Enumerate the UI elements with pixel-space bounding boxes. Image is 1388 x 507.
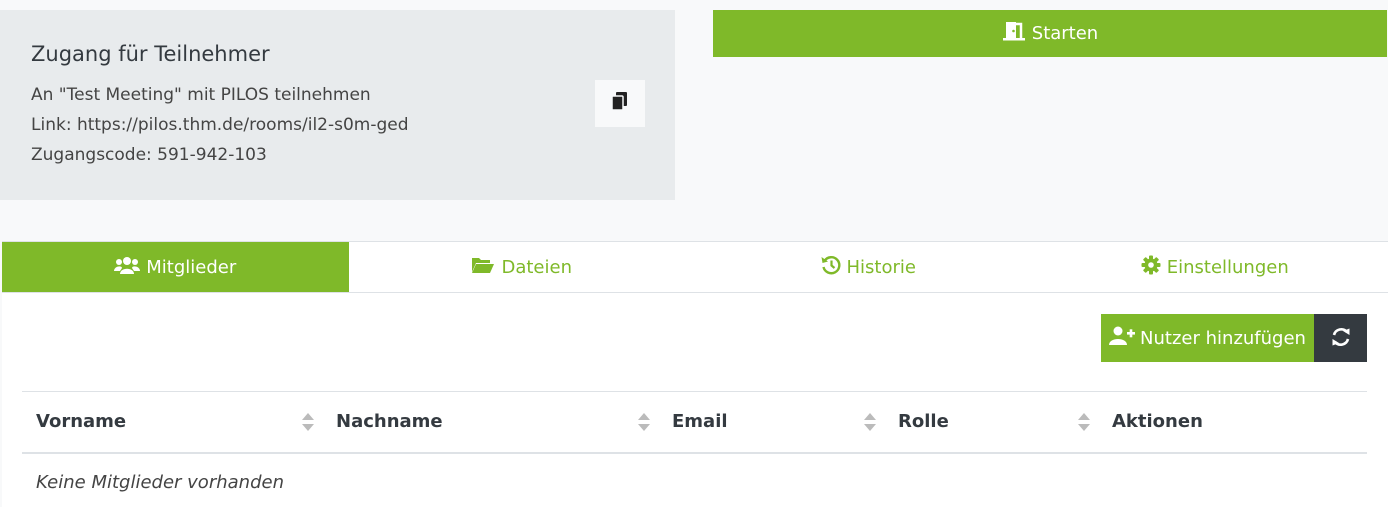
tab-files-label: Dateien xyxy=(501,256,572,278)
column-header-vorname[interactable]: Vorname xyxy=(22,392,322,453)
refresh-icon xyxy=(1330,326,1352,351)
sort-icon xyxy=(302,413,314,436)
add-user-button[interactable]: Nutzer hinzufügen xyxy=(1101,314,1314,362)
column-label: Nachname xyxy=(336,411,443,433)
tab-members-label: Mitglieder xyxy=(146,256,237,278)
sort-icon xyxy=(864,413,876,436)
start-label: Starten xyxy=(1031,23,1099,44)
tab-files[interactable]: Dateien xyxy=(349,242,696,292)
members-toolbar: Nutzer hinzufügen xyxy=(1101,314,1367,362)
door-open-icon xyxy=(1002,21,1032,46)
access-card: Zugang für Teilnehmer An "Test Meeting" … xyxy=(0,10,675,200)
column-header-aktionen: Aktionen xyxy=(1098,392,1367,453)
user-plus-icon xyxy=(1109,326,1140,351)
gear-icon xyxy=(1141,255,1167,280)
room-tabs: Mitglieder Dateien Historie Einstellunge… xyxy=(2,242,1388,293)
column-label: Email xyxy=(672,411,728,433)
invite-line: An "Test Meeting" mit PILOS teilnehmen xyxy=(31,85,371,105)
copy-access-button[interactable] xyxy=(595,80,645,127)
empty-state-text: Keine Mitglieder vorhanden xyxy=(36,471,284,493)
column-header-nachname[interactable]: Nachname xyxy=(322,392,658,453)
column-label: Aktionen xyxy=(1112,411,1203,433)
members-table: Vorname Nachname Email Rolle Aktionen Ke… xyxy=(22,391,1367,507)
sort-icon xyxy=(638,413,650,436)
column-header-email[interactable]: Email xyxy=(658,392,884,453)
table-header-row: Vorname Nachname Email Rolle Aktionen xyxy=(22,391,1367,453)
table-row: Keine Mitglieder vorhanden xyxy=(22,453,1367,507)
reload-button[interactable] xyxy=(1314,314,1367,362)
users-icon xyxy=(114,256,146,279)
column-header-rolle[interactable]: Rolle xyxy=(884,392,1098,453)
column-label: Vorname xyxy=(36,411,127,433)
start-button[interactable]: Starten xyxy=(713,10,1387,57)
tab-members[interactable]: Mitglieder xyxy=(2,242,349,292)
link-line: Link: https://pilos.thm.de/rooms/il2-s0m… xyxy=(31,115,409,135)
add-user-label: Nutzer hinzufügen xyxy=(1140,327,1306,349)
tab-history[interactable]: Historie xyxy=(695,242,1042,292)
folder-open-icon xyxy=(471,256,501,279)
sort-icon xyxy=(1078,413,1090,436)
access-code-line: Zugangscode: 591-942-103 xyxy=(31,145,267,165)
column-label: Rolle xyxy=(898,411,949,433)
members-table-wrap: Vorname Nachname Email Rolle Aktionen Ke… xyxy=(22,391,1367,507)
history-icon xyxy=(821,255,847,280)
access-title: Zugang für Teilnehmer xyxy=(31,42,270,66)
copy-icon xyxy=(611,92,629,115)
tab-history-label: Historie xyxy=(846,256,916,278)
tab-settings[interactable]: Einstellungen xyxy=(1042,242,1388,292)
room-panel: Mitglieder Dateien Historie Einstellunge… xyxy=(2,241,1388,507)
tab-settings-label: Einstellungen xyxy=(1166,256,1289,278)
